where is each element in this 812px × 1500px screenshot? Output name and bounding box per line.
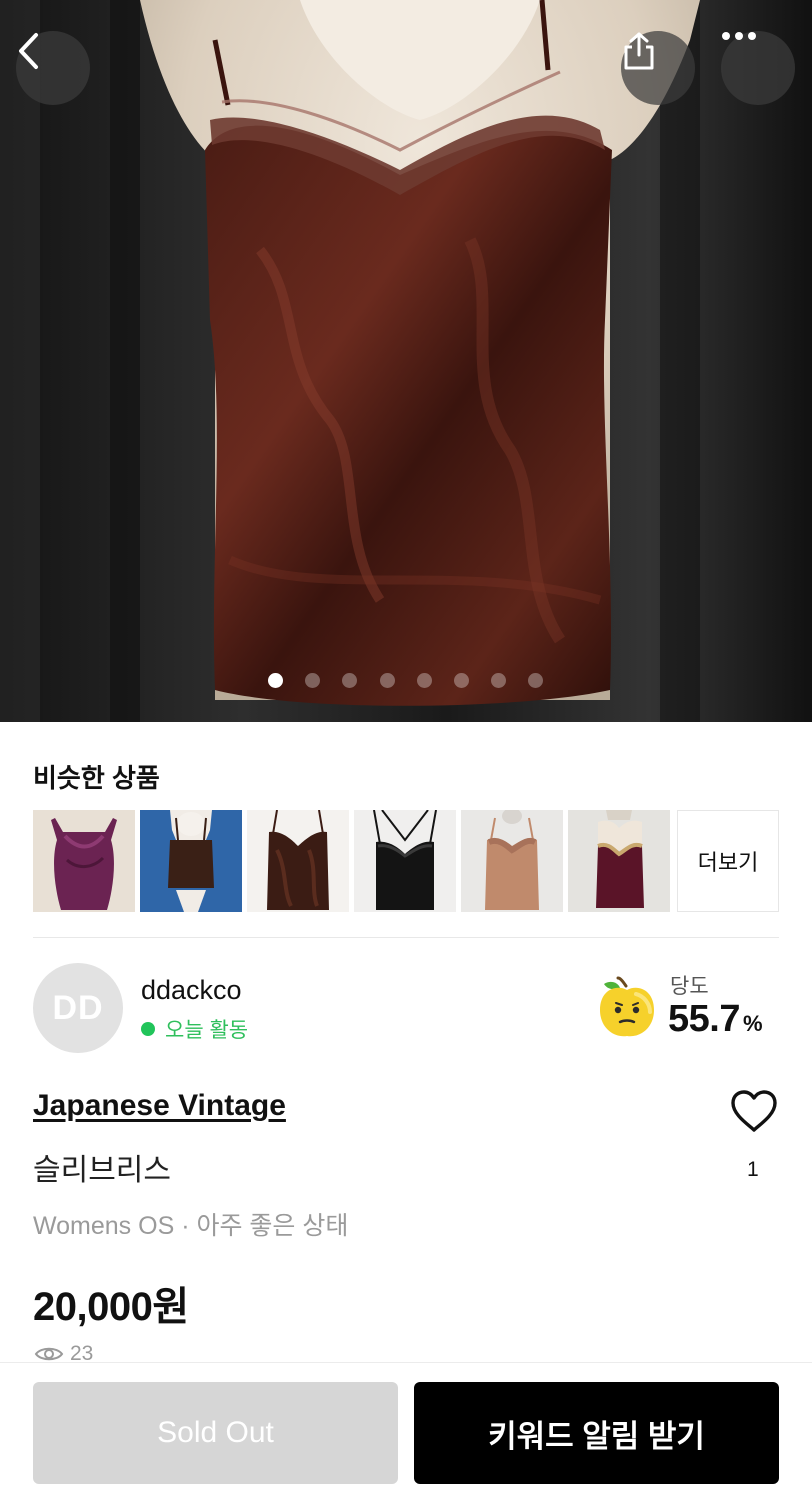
thumb-brown-cami-on-mannequin <box>140 810 242 912</box>
see-more-label: 더보기 <box>697 850 759 875</box>
share-icon <box>624 32 654 70</box>
similar-product-thumb-1[interactable] <box>33 810 135 912</box>
thumb-brown-velvet-cami <box>247 810 349 912</box>
product-title: 슬리브리스 <box>33 1154 171 1187</box>
like-count: 1 <box>747 1158 759 1181</box>
keyword-alert-label: 키워드 알림 받기 <box>488 1418 705 1454</box>
avatar-initials: DD <box>52 988 104 1027</box>
carousel-dot[interactable] <box>268 673 283 688</box>
bottom-action-bar: Sold Out 키워드 알림 받기 <box>0 1362 812 1500</box>
chevron-left-icon <box>19 33 38 69</box>
see-more-similar-button[interactable]: 더보기 <box>677 810 779 912</box>
sweetness-label: 당도 <box>670 975 709 998</box>
more-options-button[interactable] <box>721 31 795 105</box>
back-button[interactable] <box>16 31 90 105</box>
thumb-tan-lace-cami <box>461 810 563 912</box>
thumb-black-strappy-cami <box>354 810 456 912</box>
sweetness-unit: % <box>742 1011 763 1036</box>
product-size-condition: Womens OS · 아주 좋은 상태 <box>33 1212 349 1240</box>
carousel-dot[interactable] <box>342 673 357 688</box>
seller-name[interactable]: ddackco <box>141 975 242 1006</box>
brand-link[interactable]: Japanese Vintage <box>33 1089 286 1123</box>
carousel-dot[interactable] <box>417 673 432 688</box>
seller-activity-status: 오늘 활동 <box>141 1014 248 1044</box>
similar-product-thumb-4[interactable] <box>354 810 456 912</box>
similar-product-thumb-2[interactable] <box>140 810 242 912</box>
carousel-dot[interactable] <box>454 673 469 688</box>
sweetness-score: 55.7% <box>668 998 763 1041</box>
apple-sweetness-icon <box>600 976 654 1037</box>
thumb-burgundy-velvet-cami <box>568 810 670 912</box>
sweetness-value: 55.7 <box>668 998 740 1040</box>
carousel-indicator <box>0 673 812 691</box>
activity-label: 오늘 활동 <box>165 1019 249 1042</box>
similar-product-thumb-6[interactable] <box>568 810 670 912</box>
share-button[interactable] <box>621 31 695 105</box>
more-dots-icon <box>722 32 756 40</box>
product-image-carousel[interactable] <box>0 0 812 722</box>
carousel-dot[interactable] <box>305 673 320 688</box>
eye-icon <box>34 1347 64 1361</box>
camisole-photo <box>0 0 812 722</box>
carousel-dot[interactable] <box>491 673 506 688</box>
product-price: 20,000원 <box>33 1285 189 1329</box>
carousel-dot[interactable] <box>528 673 543 688</box>
sold-out-label: Sold Out <box>157 1416 274 1449</box>
seller-avatar[interactable]: DD <box>33 963 123 1053</box>
similar-products-title: 비슷한 상품 <box>33 763 160 793</box>
section-divider <box>33 937 779 938</box>
carousel-dot[interactable] <box>380 673 395 688</box>
thumb-purple-cowl-top <box>33 810 135 912</box>
similar-product-thumb-5[interactable] <box>461 810 563 912</box>
online-status-dot <box>141 1022 155 1036</box>
keyword-alert-button[interactable]: 키워드 알림 받기 <box>414 1382 779 1484</box>
like-heart-icon[interactable] <box>729 1088 779 1134</box>
sold-out-button[interactable]: Sold Out <box>33 1382 398 1484</box>
similar-product-thumb-3[interactable] <box>247 810 349 912</box>
